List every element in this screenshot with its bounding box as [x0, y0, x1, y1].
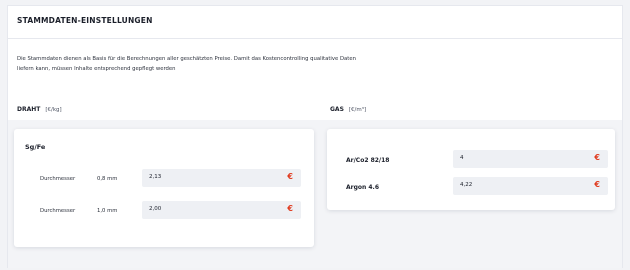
draht-price-input-1-0[interactable]: 2,00 €	[142, 201, 301, 219]
gas-name: Argon 4.6	[346, 184, 380, 191]
euro-icon: €	[594, 180, 600, 189]
gas-unit: [€/m³]	[348, 107, 367, 113]
input-value: 2,13	[149, 174, 162, 180]
gas-price-input-arco2[interactable]: 4 €	[453, 150, 608, 168]
page-title: STAMMDATEN-EINSTELLUNGEN	[17, 16, 153, 25]
euro-icon: €	[594, 153, 600, 162]
draht-card: Sg/Fe Durchmesser 0,8 mm 2,13 € Durchmes…	[14, 129, 314, 247]
description: Die Stammdaten dienen als Basis für die …	[17, 55, 487, 74]
gas-price-input-argon[interactable]: 4,22 €	[453, 177, 608, 195]
draht-price-input-0-8[interactable]: 2,13 €	[142, 169, 301, 187]
diameter-size: 1,0 mm	[97, 208, 118, 214]
diameter-label: Durchmesser	[40, 176, 76, 182]
gas-section-heading: GAS [€/m³]	[330, 106, 366, 113]
gas-card: Ar/Co2 82/18 4 € Argon 4.6 4,22 €	[327, 129, 615, 210]
input-value: 4	[460, 155, 464, 161]
draht-section-heading: DRAHT [€/kg]	[17, 106, 62, 113]
gas-name: Ar/Co2 82/18	[346, 157, 390, 164]
input-value: 4,22	[460, 182, 473, 188]
draht-unit: [€/kg]	[45, 107, 62, 113]
euro-icon: €	[287, 204, 293, 213]
diameter-size: 0,8 mm	[97, 176, 118, 182]
input-value: 2,00	[149, 206, 162, 212]
draht-card-title: Sg/Fe	[25, 143, 46, 151]
diameter-label: Durchmesser	[40, 208, 76, 214]
stammdaten-panel: STAMMDATEN-EINSTELLUNGEN Die Stammdaten …	[7, 5, 623, 268]
title-divider	[8, 38, 622, 39]
gas-label: GAS	[330, 106, 344, 113]
euro-icon: €	[287, 172, 293, 181]
description-line-2: liefern kann, müssen Inhalte entsprechen…	[17, 65, 176, 72]
description-line-1: Die Stammdaten dienen als Basis für die …	[17, 56, 356, 62]
draht-label: DRAHT	[17, 106, 41, 113]
screen: STAMMDATEN-EINSTELLUNGEN Die Stammdaten …	[0, 0, 630, 270]
